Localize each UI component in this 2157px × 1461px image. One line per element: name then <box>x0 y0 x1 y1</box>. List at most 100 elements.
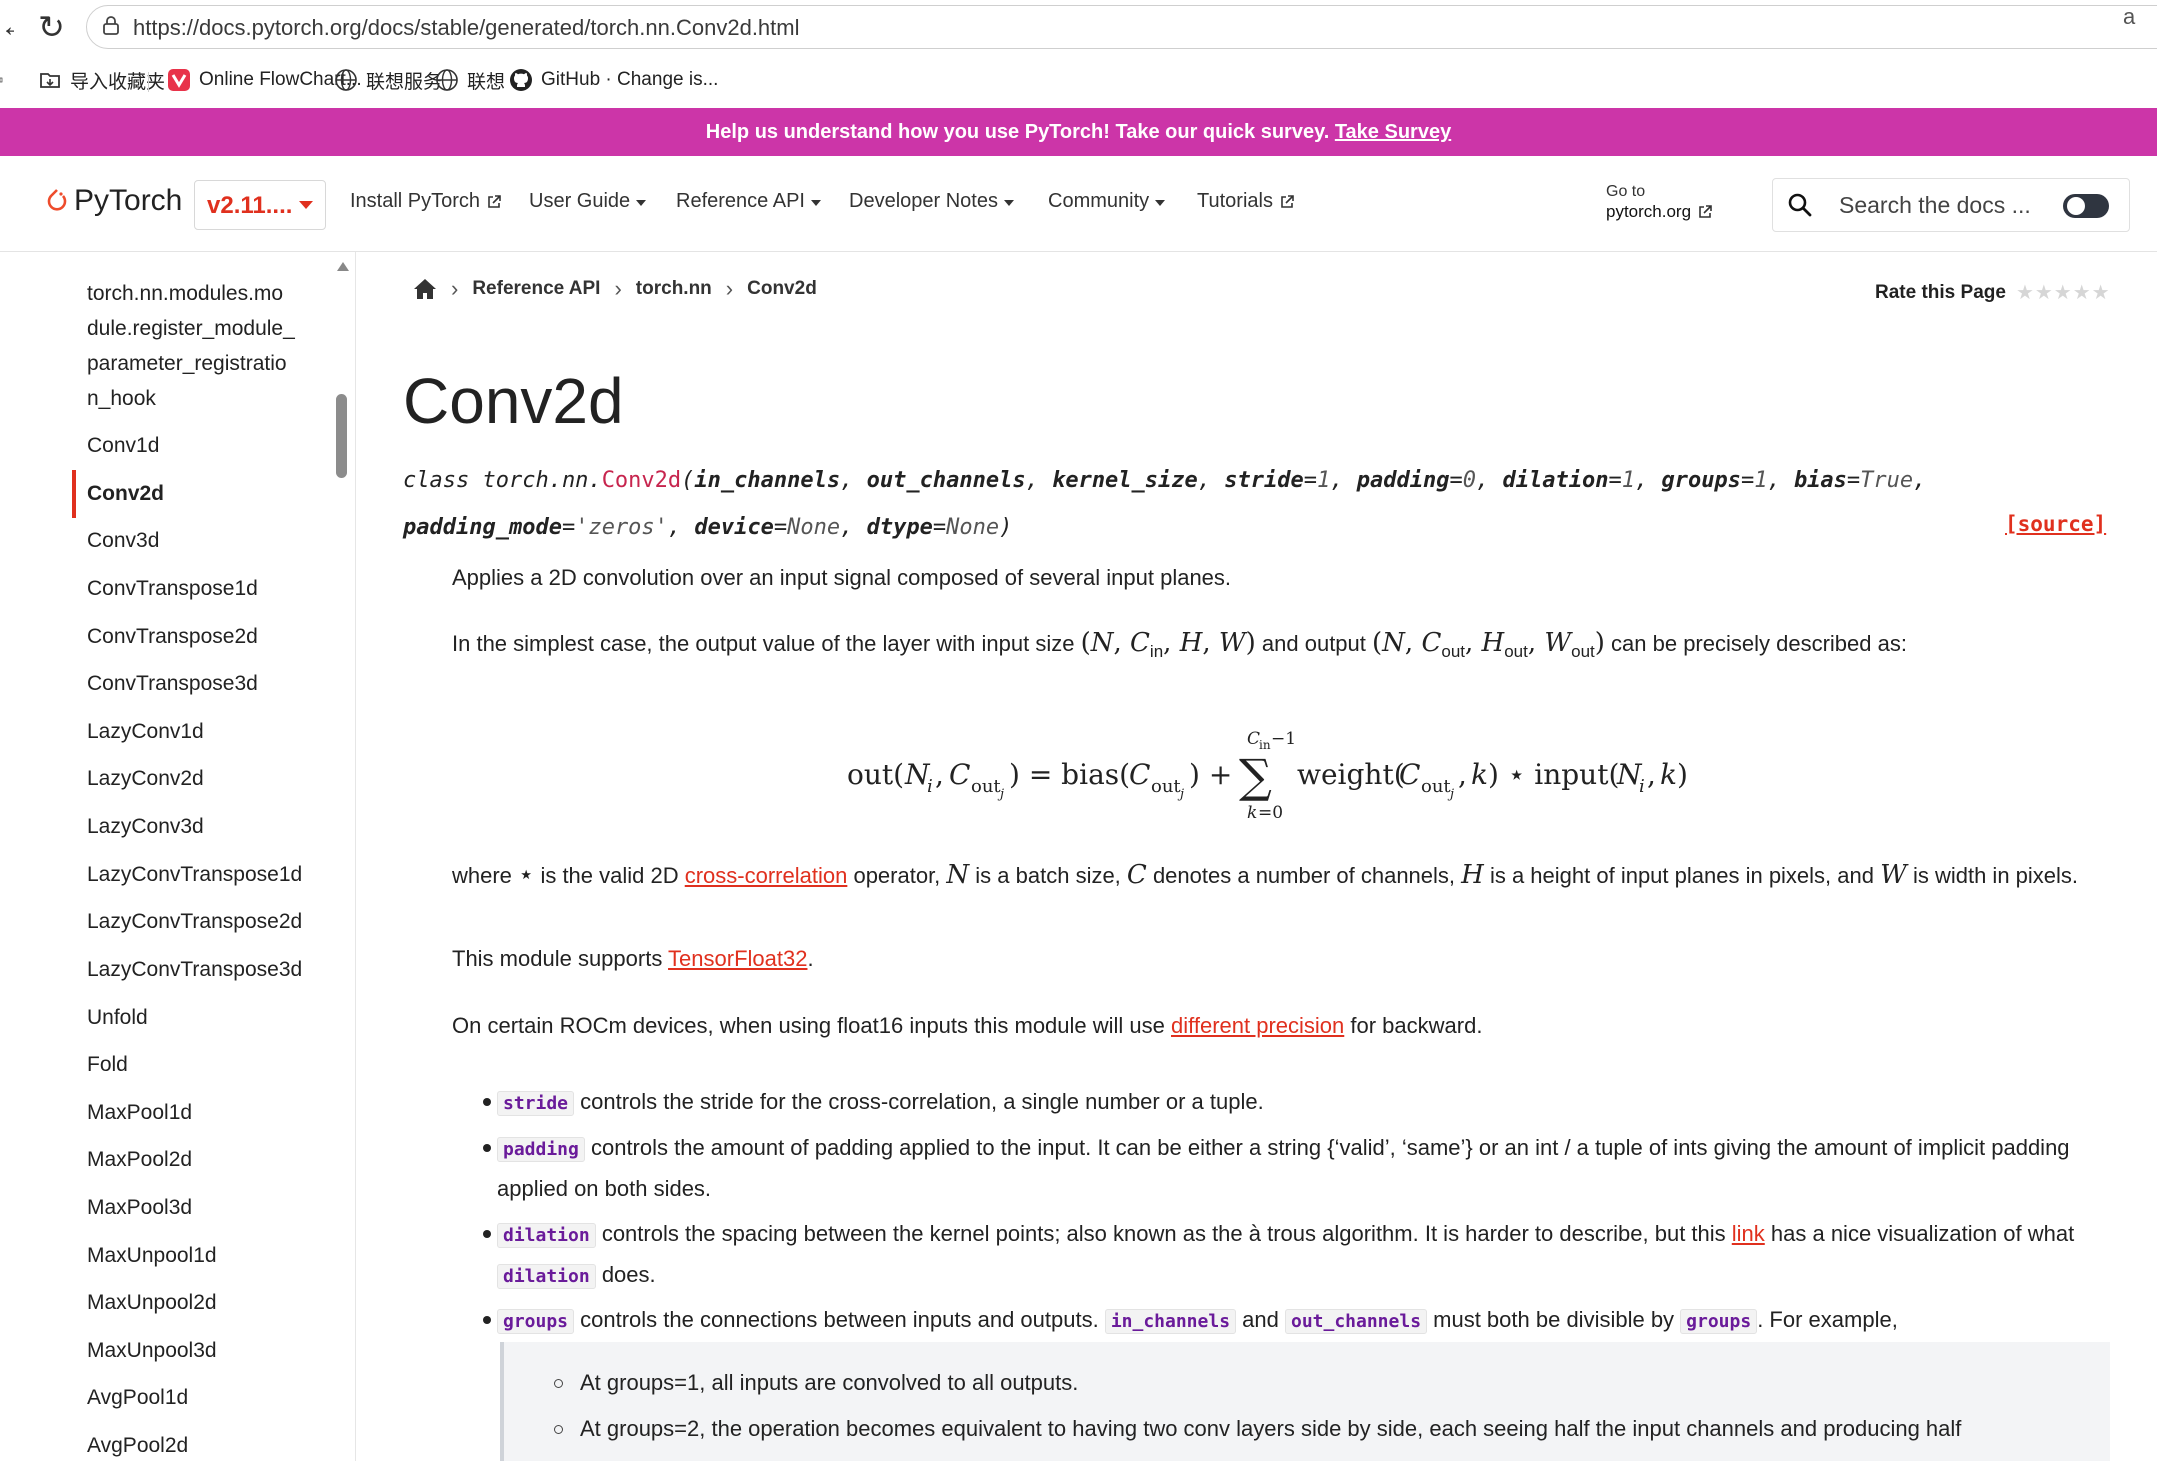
sidebar-item-fold[interactable]: Fold <box>87 1047 307 1082</box>
sidebar-item-conv1d[interactable]: Conv1d <box>87 428 307 463</box>
param-name: padding <box>1356 468 1450 493</box>
code-in-channels: in_channels <box>1104 1309 1237 1334</box>
bookmark-lenovo-service[interactable]: 联想服务 <box>334 66 442 94</box>
dropdown-caret-icon <box>636 199 647 206</box>
param-name: bias <box>1793 468 1847 493</box>
browser-toolbar: ← ↻ https://docs.pytorch.org/docs/stable… <box>0 0 2157 54</box>
star-rating-icon[interactable]: ★★★★★ <box>2016 280 2111 305</box>
sidebar-item-conv2d[interactable]: Conv2d <box>87 476 307 511</box>
sidebar-item-convtranspose3d[interactable]: ConvTranspose3d <box>87 666 307 701</box>
nav-developer-notes[interactable]: Developer Notes <box>849 190 1014 213</box>
tensorfloat32-link[interactable]: TensorFloat32 <box>668 946 807 971</box>
reload-icon[interactable]: ↻ <box>38 8 65 46</box>
text-run: On certain ROCm devices, when using floa… <box>452 1013 1172 1038</box>
sidebar-item-maxpool2d[interactable]: MaxPool2d <box>87 1142 307 1177</box>
list-item-padding: padding controls the amount of padding a… <box>483 1128 2107 1208</box>
take-survey-link[interactable]: Take Survey <box>1335 121 1451 143</box>
sidebar-item-lazyconv2d[interactable]: LazyConv2d <box>87 761 307 796</box>
search-input[interactable] <box>1839 192 2049 219</box>
bookmark-lenovo[interactable]: 联想 <box>435 66 505 94</box>
nav-tutorials[interactable]: Tutorials <box>1197 190 1295 213</box>
sidebar-item-lazyconv1d[interactable]: LazyConv1d <box>87 714 307 749</box>
text-run: operator, <box>847 863 947 888</box>
nav-label: User Guide <box>529 190 631 212</box>
sidebar-item-maxunpool1d[interactable]: MaxUnpool1d <box>87 1238 307 1273</box>
version-label: v2.11.... <box>207 192 293 219</box>
different-precision-link[interactable]: different precision <box>1171 1013 1344 1038</box>
svg-text:) +: ) + <box>1189 758 1232 791</box>
scroll-up-arrow-icon[interactable] <box>337 262 349 271</box>
sidebar-item-maxpool3d[interactable]: MaxPool3d <box>87 1190 307 1225</box>
sidebar-item-avgpool2d[interactable]: AvgPool2d <box>87 1428 307 1461</box>
bookmark-flowchart[interactable]: Online FlowChart... <box>167 66 362 94</box>
sidebar-item-maxunpool3d[interactable]: MaxUnpool3d <box>87 1333 307 1368</box>
nav-label: Reference API <box>676 190 805 212</box>
text-run: must both be divisible by <box>1427 1307 1681 1332</box>
bookmark-github[interactable]: GitHub · Change is... <box>509 66 718 94</box>
bookmark-import[interactable]: 导入收藏夹 <box>38 66 165 94</box>
sidebar-item-label-line: n_hook <box>87 387 156 410</box>
breadcrumb-torch-nn[interactable]: torch.nn <box>636 278 712 300</box>
param-name: kernel_size <box>1052 468 1198 493</box>
sidebar-item-maxpool1d[interactable]: MaxPool1d <box>87 1095 307 1130</box>
sidebar-item-unfold[interactable]: Unfold <box>87 1000 307 1035</box>
text-run: . For example, <box>1757 1307 1898 1332</box>
nav-install-pytorch[interactable]: Install PyTorch <box>350 190 502 213</box>
address-bar[interactable]: https://docs.pytorch.org/docs/stable/gen… <box>86 5 2157 49</box>
sidebar-item-conv3d[interactable]: Conv3d <box>87 523 307 558</box>
sidebar-item-lazyconvtranspose2d[interactable]: LazyConvTranspose2d <box>87 904 307 939</box>
site-info-icon[interactable] <box>99 14 123 38</box>
nav-label: Community <box>1048 190 1150 212</box>
goto-pytorch-org[interactable]: Go to pytorch.org <box>1606 182 1713 222</box>
nav-user-guide[interactable]: User Guide <box>529 190 647 213</box>
search-box[interactable] <box>1772 178 2130 232</box>
svg-text:): ) <box>1677 758 1688 791</box>
text-run: At groups=2, the operation becomes equiv… <box>580 1416 1962 1441</box>
sidebar-item-register-parameter-hook[interactable]: torch.nn.modules.mo dule.register_module… <box>87 276 307 416</box>
signature-class-name[interactable]: Conv2d <box>602 468 681 493</box>
active-indicator <box>72 470 76 518</box>
back-arrow-icon[interactable]: ← <box>0 10 14 44</box>
bullet-dot <box>483 1316 491 1324</box>
version-selector[interactable]: v2.11.... <box>194 180 326 230</box>
import-folder-icon <box>40 73 60 88</box>
svg-text:i: i <box>927 776 933 797</box>
breadcrumb-reference-api[interactable]: Reference API <box>472 278 600 300</box>
list-item-groups: groups controls the connections between … <box>483 1300 2107 1341</box>
svg-text:∑: ∑ <box>1239 749 1272 803</box>
bookmark-apps[interactable] <box>0 66 8 94</box>
url-text[interactable]: https://docs.pytorch.org/docs/stable/gen… <box>133 15 800 41</box>
home-icon[interactable] <box>413 278 437 300</box>
sidebar-item-label-line: parameter_registratio <box>87 352 287 375</box>
sidebar-item-convtranspose1d[interactable]: ConvTranspose1d <box>87 571 307 606</box>
theme-toggle[interactable] <box>2063 194 2109 218</box>
sidebar-item-maxunpool2d[interactable]: MaxUnpool2d <box>87 1285 307 1320</box>
sidebar-item-convtranspose2d[interactable]: ConvTranspose2d <box>87 619 307 654</box>
svg-text:,: , <box>935 758 944 791</box>
source-link[interactable]: [source] <box>2005 512 2106 536</box>
text-run: where <box>452 863 519 888</box>
dilation-visualization-link[interactable]: link <box>1732 1221 1765 1246</box>
text-run: controls the connections between inputs … <box>574 1307 1105 1332</box>
sidebar-item-avgpool1d[interactable]: AvgPool1d <box>87 1380 307 1415</box>
cross-correlation-link[interactable]: cross-correlation <box>685 863 848 888</box>
sidebar-item-lazyconvtranspose1d[interactable]: LazyConvTranspose1d <box>87 857 307 892</box>
breadcrumb-current: Conv2d <box>747 278 817 299</box>
rate-label: Rate this Page <box>1875 281 2006 303</box>
sidebar-scrollbar-thumb[interactable] <box>336 394 347 478</box>
sidebar-item-lazyconvtranspose3d[interactable]: LazyConvTranspose3d <box>87 952 307 987</box>
code-dilation: dilation <box>497 1223 596 1248</box>
pytorch-flame-icon <box>47 189 67 211</box>
pytorch-logo[interactable]: PyTorch <box>46 184 182 218</box>
bookmark-label: 联想服务 <box>366 71 443 93</box>
rocm-paragraph: On certain ROCm devices, when using floa… <box>452 1006 2082 1045</box>
code-groups: groups <box>497 1309 575 1334</box>
text-run: controls the amount of padding applied t… <box>497 1135 2070 1201</box>
param-name: groups <box>1661 468 1741 493</box>
sidebar-item-lazyconv3d[interactable]: LazyConv3d <box>87 809 307 844</box>
code-padding: padding <box>497 1137 585 1162</box>
reader-mode-icon[interactable]: a <box>2123 4 2143 30</box>
nav-community[interactable]: Community <box>1048 190 1166 213</box>
code-out-channels: out_channels <box>1284 1309 1428 1334</box>
nav-reference-api[interactable]: Reference API <box>676 190 821 213</box>
